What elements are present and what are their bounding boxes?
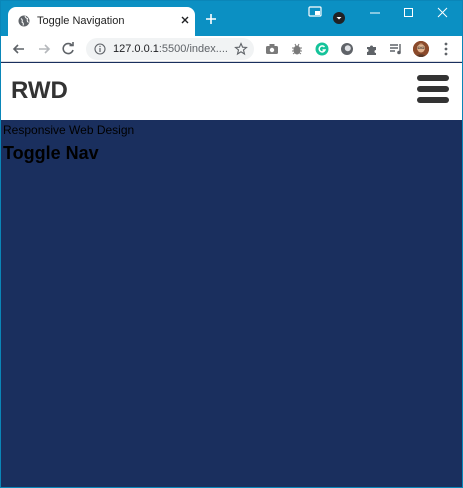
window-close-icon: [437, 7, 448, 18]
url-host: 127.0.0.1: [113, 43, 159, 55]
avatar[interactable]: [413, 41, 429, 57]
url-text: 127.0.0.1:5500/index....: [113, 43, 228, 55]
page-viewport: RWD Responsive Web Design Toggle Nav: [1, 63, 462, 487]
hamburger-bar: [417, 75, 449, 81]
reload-icon[interactable]: [60, 41, 76, 57]
close-icon[interactable]: [178, 13, 192, 27]
address-bar[interactable]: 127.0.0.1:5500/index....: [86, 38, 254, 60]
page-heading: Toggle Nav: [3, 143, 99, 163]
cast-icon[interactable]: [308, 5, 322, 19]
minimize-icon: [370, 12, 380, 14]
extension-circle-icon[interactable]: [340, 42, 354, 56]
browser-window: Toggle Navigation 127.0.0.1:5500/index..…: [0, 0, 463, 488]
tab-strip: Toggle Navigation: [1, 1, 462, 36]
info-icon[interactable]: [94, 43, 106, 55]
puzzle-icon[interactable]: [365, 42, 379, 56]
maximize-icon: [404, 8, 413, 17]
maximize-button[interactable]: [392, 1, 426, 25]
more-vert-icon[interactable]: [441, 41, 451, 57]
playlist-icon[interactable]: [389, 42, 403, 56]
avatar-face-icon: [413, 41, 429, 57]
site-header: RWD: [1, 63, 462, 120]
grammarly-icon[interactable]: [315, 42, 329, 56]
camera-icon[interactable]: [265, 42, 279, 56]
profile-dropdown-icon[interactable]: [333, 12, 345, 24]
window-close-button[interactable]: [426, 1, 460, 25]
forward-icon[interactable]: [36, 41, 52, 57]
globe-icon: [18, 15, 30, 27]
star-icon[interactable]: [234, 42, 248, 56]
hamburger-bar: [417, 86, 449, 92]
url-path: :5500/index....: [158, 43, 228, 55]
back-icon[interactable]: [11, 41, 27, 57]
bug-icon[interactable]: [290, 42, 304, 56]
tab-toggle-navigation[interactable]: Toggle Navigation: [8, 7, 195, 36]
hamburger-menu-icon[interactable]: [417, 75, 449, 103]
hamburger-bar: [417, 97, 449, 103]
tab-title: Toggle Navigation: [37, 15, 125, 27]
browser-toolbar: 127.0.0.1:5500/index....: [1, 36, 462, 62]
site-brand[interactable]: RWD: [11, 77, 68, 105]
minimize-button[interactable]: [358, 1, 392, 25]
plus-icon[interactable]: [203, 11, 219, 27]
page-subtitle: Responsive Web Design: [3, 123, 135, 137]
